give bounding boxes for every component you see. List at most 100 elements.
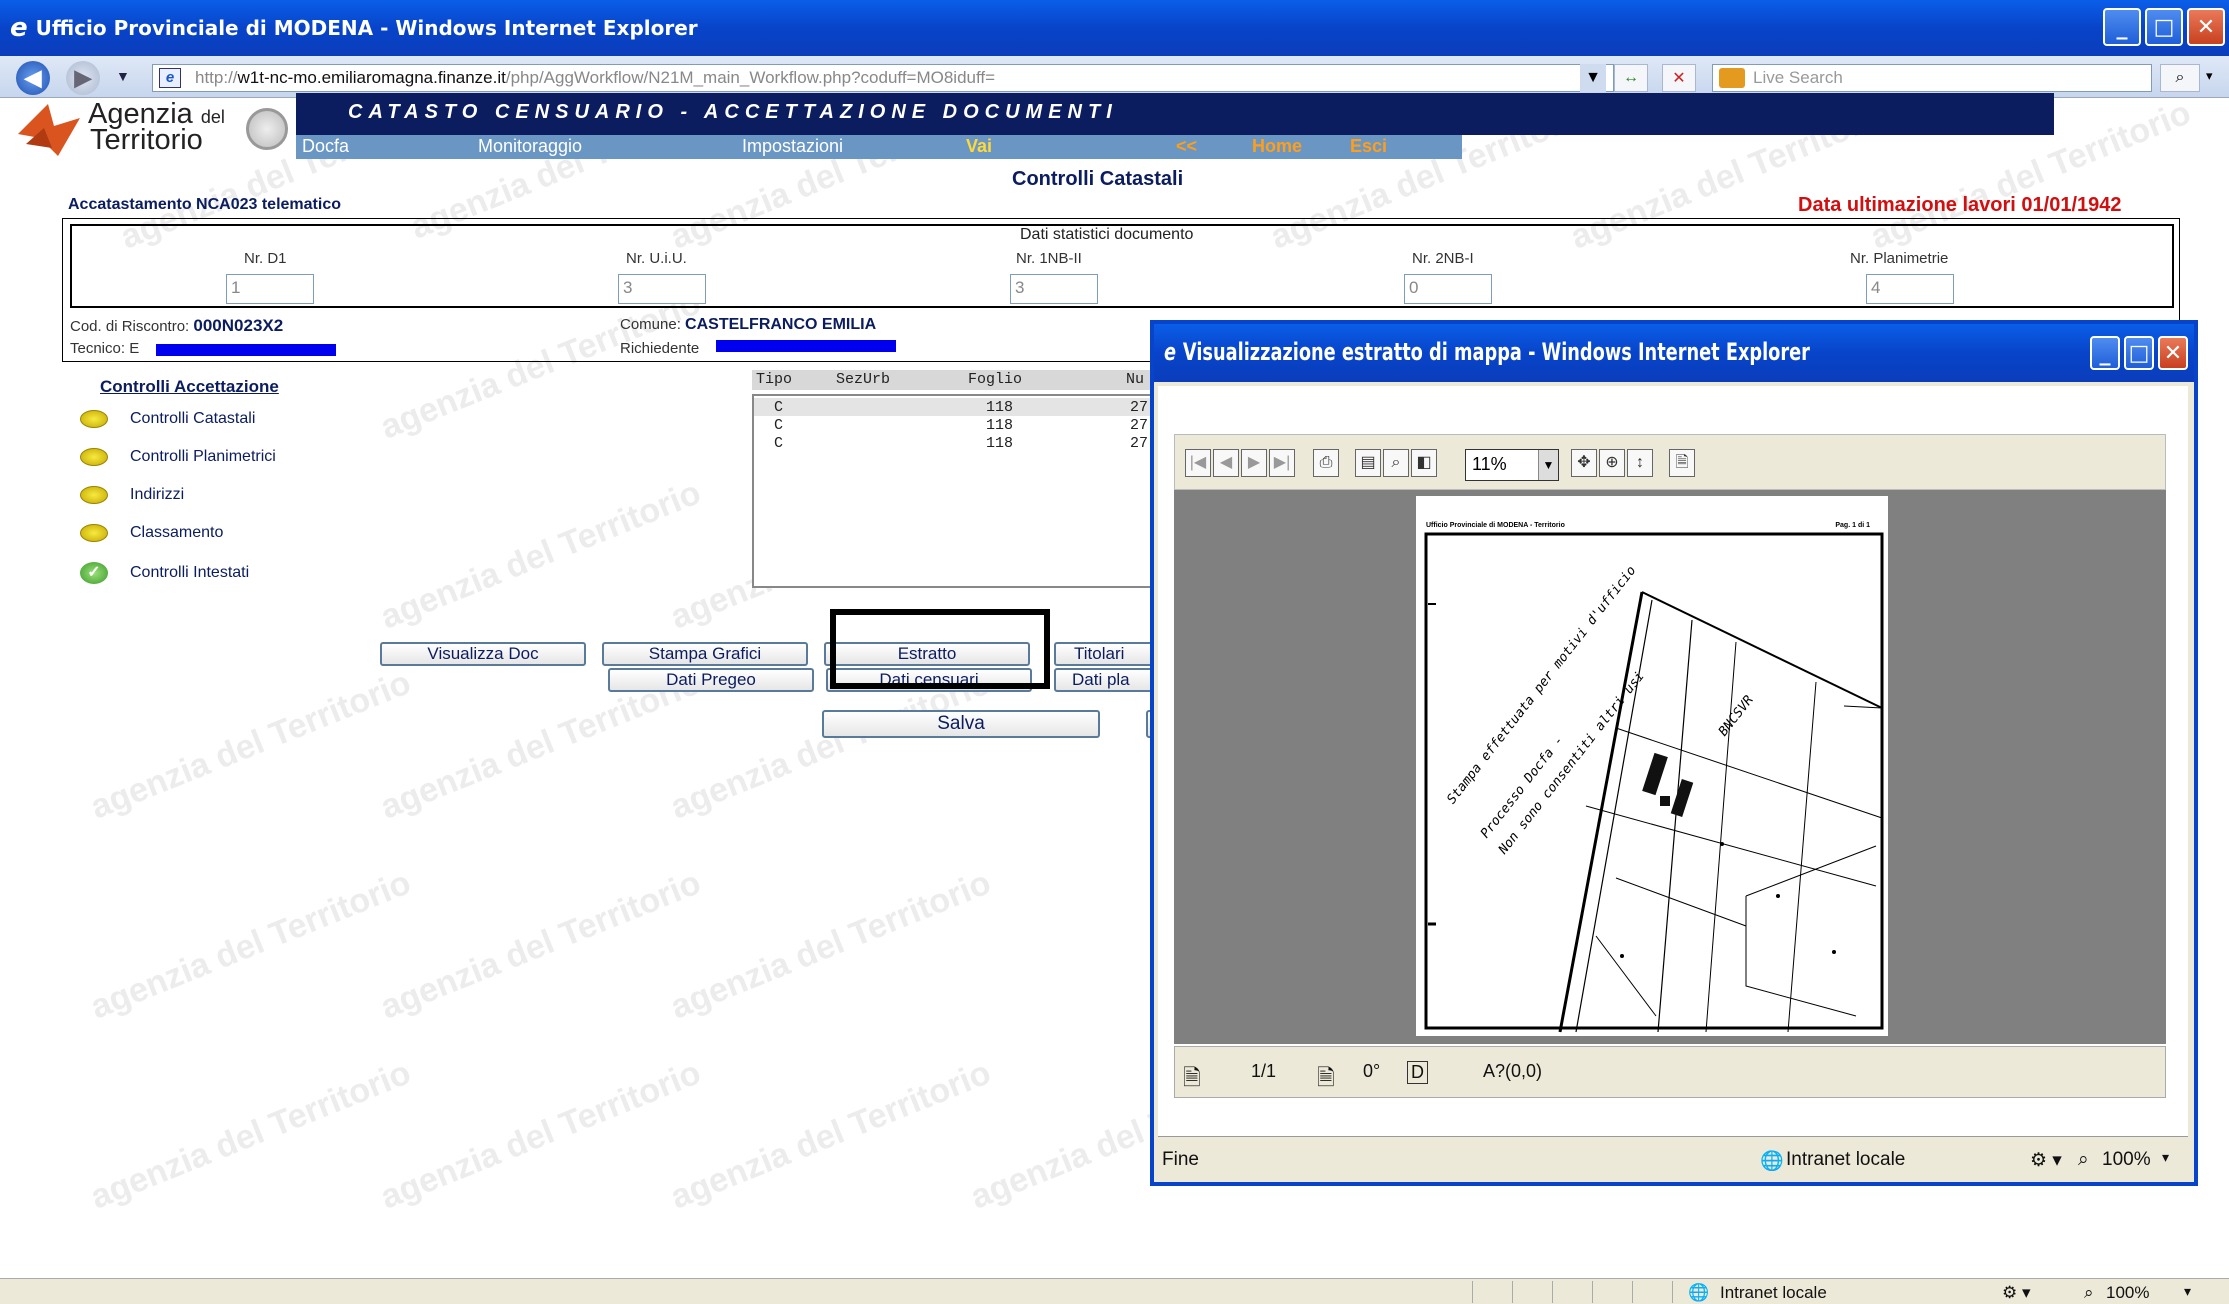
control-item-indirizzi[interactable]: Indirizzi	[80, 486, 184, 504]
map-viewer[interactable]: Ufficio Provinciale di MODENA - Territor…	[1174, 490, 2166, 1044]
close-icon[interactable]: ✕	[2187, 8, 2225, 46]
document-info-icon[interactable]: 🗎	[1669, 449, 1695, 477]
zoom-level-icon: ⌕	[2078, 1149, 2089, 1170]
menu-impostazioni[interactable]: Impostazioni	[742, 136, 843, 157]
visualizza-doc-button[interactable]: Visualizza Doc	[380, 642, 586, 666]
ie-icon: e	[1164, 338, 1177, 366]
protected-mode-icon[interactable]: ⚙ ▾	[2030, 1149, 2062, 1172]
control-item-planimetrici[interactable]: Controlli Planimetrici	[80, 448, 276, 466]
zoom-dropdown-icon[interactable]: ▾	[2162, 1149, 2169, 1166]
maximize-icon[interactable]: □	[2145, 8, 2183, 46]
stat-input-nr-planimetrie[interactable]: 4	[1866, 274, 1954, 304]
cursor-coords: A?(0,0)	[1483, 1061, 1543, 1081]
redaction-bar	[716, 340, 896, 352]
address-toolbar: ◀ ▶ ▼ e http://w1t-nc-mo.emiliaromagna.f…	[0, 56, 2229, 98]
prev-page-icon[interactable]: ◀	[1213, 449, 1239, 477]
menu-docfa[interactable]: Docfa	[302, 136, 349, 157]
page-icon: 🗎	[1183, 1065, 1201, 1090]
menu-monitoraggio[interactable]: Monitoraggio	[478, 136, 582, 157]
stat-input-nr-2nb[interactable]: 0	[1404, 274, 1492, 304]
watermark: agenzia del Territorio	[85, 1053, 417, 1217]
contrast-icon[interactable]: ◧	[1411, 449, 1437, 477]
minimize-icon[interactable]: _	[2090, 336, 2120, 370]
cell-numero: 27	[1130, 399, 1149, 416]
rotation-value: 0°	[1363, 1061, 1381, 1081]
stat-input-nr-uiu[interactable]: 3	[618, 274, 706, 304]
stat-input-nr-d1[interactable]: 1	[226, 274, 314, 304]
page-title: Controlli Catastali	[1012, 168, 1184, 190]
controlli-accettazione-title[interactable]: Controlli Accettazione	[100, 377, 279, 397]
comune-label: Comune:	[620, 316, 681, 333]
stat-label-nr-d1: Nr. D1	[244, 250, 287, 267]
search-input[interactable]: Live Search	[1712, 64, 2152, 92]
menu-home[interactable]: Home	[1252, 136, 1302, 157]
close-icon[interactable]: ✕	[2158, 336, 2188, 370]
search-go-icon[interactable]: ⌕	[2160, 64, 2200, 92]
stat-input-nr-1nb[interactable]: 3	[1010, 274, 1098, 304]
globe-icon: 🌐	[1688, 1283, 1710, 1302]
protected-mode-icon[interactable]: ⚙ ▾	[2002, 1283, 2031, 1303]
cell-foglio: 118	[986, 417, 1014, 434]
watermark: agenzia del Territorio	[85, 663, 417, 827]
refresh-icon[interactable]: ↔	[1614, 64, 1648, 92]
salva-button[interactable]: Salva	[822, 710, 1100, 738]
stop-icon[interactable]: ✕	[1662, 64, 1696, 92]
table-row[interactable]: C 118 27	[754, 434, 1174, 452]
zoom-select[interactable]: 11% ▼	[1465, 449, 1559, 481]
cell-tipo: C	[774, 417, 784, 434]
particelle-table: Tipo SezUrb Foglio Nu C 118 27 C 118 27 …	[752, 370, 1174, 588]
window-controls: _ □ ✕	[2103, 8, 2225, 46]
cell-foglio: 118	[986, 399, 1014, 416]
zoom-icon[interactable]: ⌕	[1383, 449, 1409, 477]
status-zoom[interactable]: 100%	[2106, 1283, 2149, 1303]
control-item-catastali[interactable]: Controlli Catastali	[80, 410, 255, 428]
back-icon[interactable]: ◀	[16, 61, 50, 95]
last-page-icon[interactable]: ▶|	[1269, 449, 1295, 477]
url-prefix: http://	[195, 68, 238, 87]
table-body[interactable]: C 118 27 C 118 27 C 118 27	[752, 394, 1174, 588]
richiedente-label: Richiedente	[620, 340, 700, 357]
popup-zone: Intranet locale	[1786, 1149, 1906, 1170]
watermark: agenzia del Territorio	[375, 473, 707, 637]
page-indicator: 1/1	[1251, 1061, 1277, 1081]
popup-title-text: Visualizzazione estratto di mappa - Wind…	[1183, 338, 1811, 366]
search-options-icon[interactable]: ▾	[2206, 68, 2213, 84]
menu-vai[interactable]: Vai	[966, 136, 992, 157]
address-input[interactable]: e http://w1t-nc-mo.emiliaromagna.finanze…	[152, 64, 1614, 92]
watermark: agenzia del Territorio	[665, 1053, 997, 1217]
tecnico-label: Tecnico: E	[70, 340, 140, 357]
history-dropdown-icon[interactable]: ▼	[116, 68, 130, 84]
table-row[interactable]: C 118 27	[754, 416, 1174, 434]
control-item-classamento[interactable]: Classamento	[80, 524, 223, 542]
first-page-icon[interactable]: |◀	[1185, 449, 1211, 477]
menu-esci[interactable]: Esci	[1350, 136, 1387, 157]
address-dropdown-icon[interactable]: ▼	[1580, 64, 1606, 92]
control-item-intestati[interactable]: ✓ Controlli Intestati	[80, 562, 249, 584]
vertical-pan-icon[interactable]: ↕	[1627, 449, 1653, 477]
zoom-dropdown-icon[interactable]: ▾	[2184, 1283, 2191, 1300]
window-titlebar: e Ufficio Provinciale di MODENA - Window…	[0, 0, 2229, 56]
stampa-grafici-button[interactable]: Stampa Grafici	[602, 642, 808, 666]
minimize-icon[interactable]: _	[2103, 8, 2141, 46]
watermark: agenzia del Territorio	[375, 863, 707, 1027]
forward-icon[interactable]: ▶	[66, 61, 100, 95]
comune-value: CASTELFRANCO EMILIA	[685, 316, 877, 333]
menu-back[interactable]: <<	[1176, 136, 1197, 157]
divider	[1472, 1281, 1473, 1303]
maximize-icon[interactable]: □	[2124, 336, 2154, 370]
print-icon[interactable]: ⎙	[1313, 449, 1339, 477]
status-ok-check-icon: ✓	[80, 562, 108, 584]
dati-pregeo-button[interactable]: Dati Pregeo	[608, 668, 814, 692]
url-host: w1t-nc-mo.emiliaromagna.finanze.it	[237, 68, 506, 87]
rotate-icon[interactable]: ⊕	[1599, 449, 1625, 477]
viewer-statusbar: 🗎 1/1 🗎 0° D A?(0,0)	[1174, 1046, 2166, 1098]
status-zone: Intranet locale	[1720, 1283, 1827, 1302]
next-page-icon[interactable]: ▶	[1241, 449, 1267, 477]
fit-page-icon[interactable]: ▤	[1355, 449, 1381, 477]
popup-statusbar: Fine 🌐 Intranet locale ⚙ ▾ ⌕ 100% ▾	[1158, 1136, 2188, 1182]
pan-icon[interactable]: ✥	[1571, 449, 1597, 477]
zoom-value: 11%	[1472, 454, 1507, 474]
table-row[interactable]: C 118 27	[754, 398, 1174, 416]
ie-icon: e	[10, 13, 28, 43]
popup-zoom-level[interactable]: 100%	[2102, 1149, 2151, 1171]
